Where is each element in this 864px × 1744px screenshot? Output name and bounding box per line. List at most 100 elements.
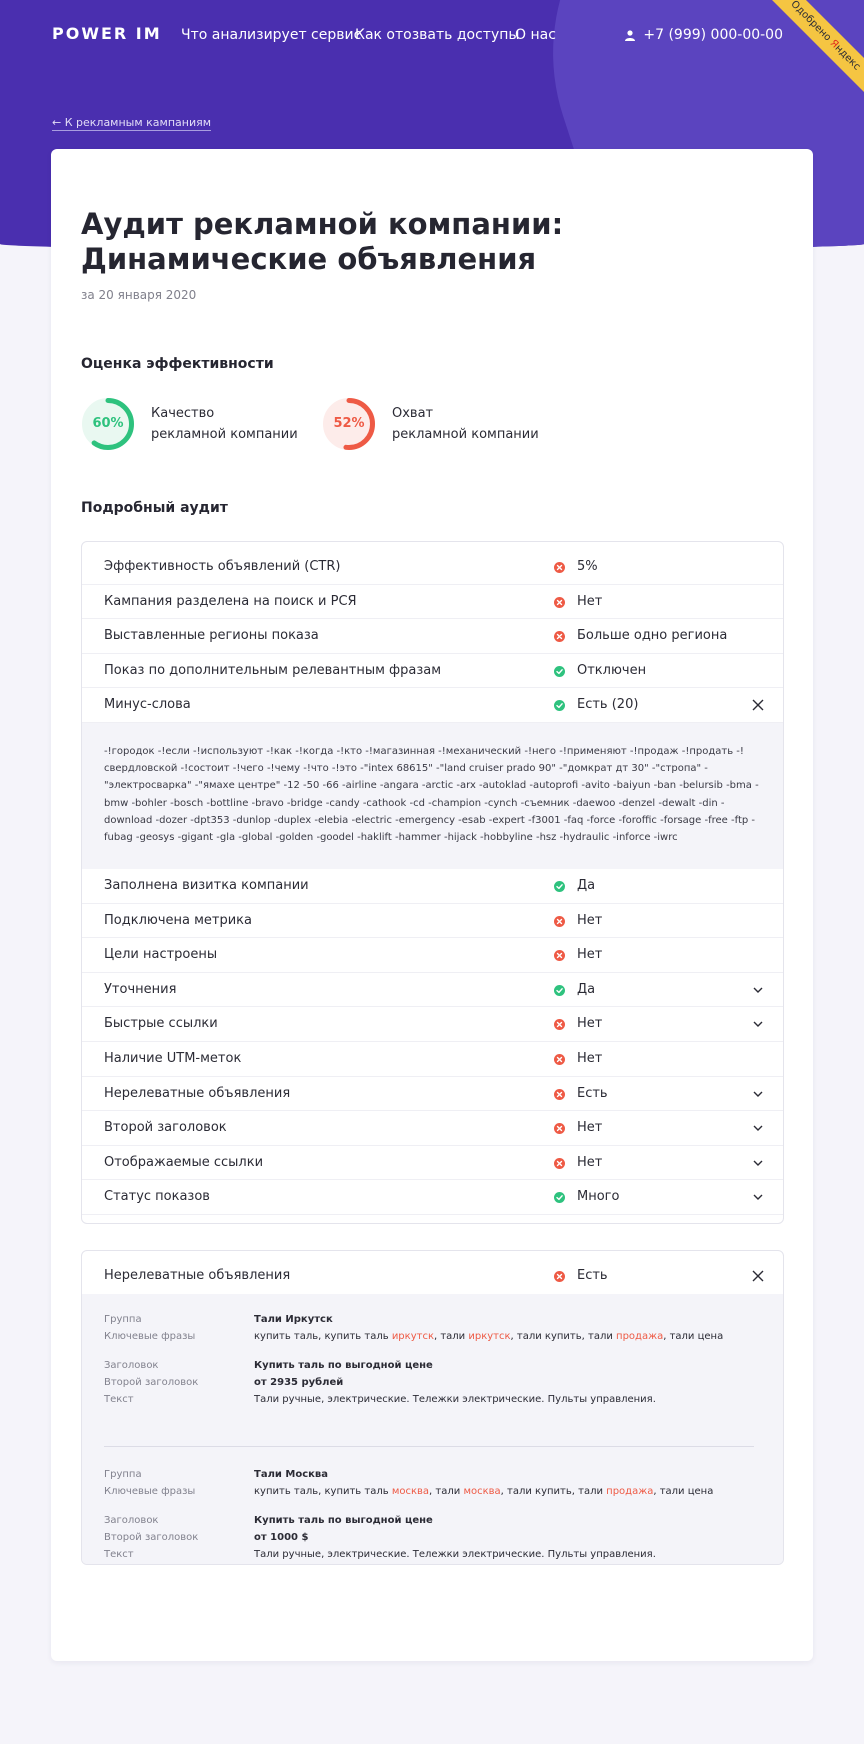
ad-label-headline2: Второй заголовок bbox=[104, 1376, 199, 1388]
score-value: 52% bbox=[333, 416, 365, 431]
nav-link-analysis[interactable]: Что анализирует сервис bbox=[181, 27, 361, 43]
row-name: Цели настроены bbox=[104, 947, 218, 963]
row-name: Нерелеватные объявления bbox=[104, 1268, 291, 1283]
close-icon[interactable] bbox=[752, 699, 764, 711]
ad-block: Группа Тали Москва Ключевые фразы купить та… bbox=[104, 1445, 754, 1562]
nav-link-about[interactable]: О нас bbox=[515, 27, 556, 43]
row-value: Нет bbox=[577, 947, 603, 963]
status-bad-icon bbox=[554, 1157, 565, 1169]
ad-headline2: от 2935 рублей bbox=[254, 1376, 344, 1388]
back-to-campaigns-link[interactable]: ← К рекламным кампаниям bbox=[52, 116, 212, 131]
row-value: Нет bbox=[577, 1050, 603, 1066]
row-name: Быстрые ссылки bbox=[104, 1016, 218, 1032]
score-label: Охват рекламной компании bbox=[392, 406, 539, 442]
audit-row[interactable]: Подключена метрика Нет bbox=[82, 904, 783, 939]
audit-row[interactable]: Показ по дополнительным релевантным фраз… bbox=[82, 654, 783, 689]
status-bad-icon bbox=[554, 562, 565, 573]
ad-text: Тали ручные, электрические. Тележки элек… bbox=[254, 1548, 656, 1560]
status-bad-icon bbox=[554, 1088, 565, 1100]
audit-row[interactable]: Цели настроены Нет bbox=[82, 938, 783, 973]
status-ok-icon bbox=[554, 1192, 565, 1204]
row-value: Есть bbox=[577, 1268, 608, 1283]
audit-table: Эффективность объявлений (CTR) 5% Кампания… bbox=[81, 541, 784, 1224]
score-ring: 60% bbox=[81, 397, 135, 451]
ad-label-keywords: Ключевые фразы bbox=[104, 1330, 196, 1342]
row-value: Нет bbox=[577, 593, 603, 609]
status-bad-icon bbox=[554, 1123, 565, 1135]
score-ring: 52% bbox=[322, 397, 376, 451]
score-value: 60% bbox=[92, 416, 124, 431]
audit-heading: Подробный аудит bbox=[81, 500, 228, 516]
audit-row[interactable]: Кампания разделена на поиск и РСЯ Нет bbox=[82, 585, 783, 620]
status-bad-icon bbox=[554, 1019, 565, 1031]
score-label: Качество рекламной компании bbox=[151, 406, 298, 442]
status-bad-icon bbox=[554, 631, 565, 643]
row-name: Заполнена визитка компании bbox=[104, 877, 309, 893]
audit-row[interactable]: Быстрые ссылки Нет bbox=[82, 1007, 783, 1042]
status-bad-icon bbox=[554, 596, 565, 608]
close-icon[interactable] bbox=[752, 1270, 764, 1282]
audit-row[interactable]: Выставленные регионы показа Больше одно р… bbox=[82, 619, 783, 654]
audit-row[interactable]: Второй заголовок Нет bbox=[82, 1111, 783, 1146]
audit-row[interactable]: Нерелеватные объявления Есть bbox=[82, 1259, 783, 1294]
status-ok-icon bbox=[554, 700, 565, 712]
ad-keywords: купить таль, купить таль москва, тали мо… bbox=[254, 1485, 714, 1497]
ad-keywords: купить таль, купить таль иркутск, тали и… bbox=[254, 1330, 724, 1342]
audit-row[interactable]: Заполнена визитка компании Да bbox=[82, 869, 783, 904]
ad-group: Тали Москва bbox=[254, 1468, 328, 1480]
ad-headline: Купить таль по выгодной цене bbox=[254, 1359, 433, 1371]
minus-words-panel: -!городок -!если -!используют -!как -!ко… bbox=[82, 722, 783, 869]
score-quality: 60% Качество рекламной компании bbox=[81, 397, 298, 451]
row-value: Есть (20) bbox=[577, 697, 639, 713]
chevron-down-icon[interactable] bbox=[752, 1122, 764, 1134]
ad-label-headline: Заголовок bbox=[104, 1514, 159, 1526]
ad-text: Тали ручные, электрические. Тележки элек… bbox=[254, 1393, 656, 1405]
chevron-down-icon[interactable] bbox=[752, 1191, 764, 1203]
status-ok-icon bbox=[554, 984, 565, 996]
row-value: Отключен bbox=[577, 662, 647, 678]
row-value: Много bbox=[577, 1189, 620, 1205]
ad-label-text: Текст bbox=[104, 1393, 134, 1405]
score-reach: 52% Охват рекламной компании bbox=[322, 397, 539, 451]
ad-label-keywords: Ключевые фразы bbox=[104, 1485, 196, 1497]
nav-link-revoke[interactable]: Как отозвать доступы bbox=[355, 27, 519, 43]
row-value: Нет bbox=[577, 912, 603, 928]
chevron-down-icon[interactable] bbox=[752, 1157, 764, 1169]
row-name: Второй заголовок bbox=[104, 1120, 227, 1136]
row-value: Больше одно региона bbox=[577, 628, 728, 644]
audit-row[interactable]: Отображаемые ссылки Нет bbox=[82, 1146, 783, 1181]
row-name: Эффективность объявлений (CTR) bbox=[104, 559, 341, 574]
status-bad-icon bbox=[554, 950, 565, 962]
logo[interactable]: POWER IM bbox=[52, 24, 162, 43]
row-name: Выставленные регионы показа bbox=[104, 628, 319, 644]
ads-list: Группа Тали Иркутск Ключевые фразы купить т… bbox=[82, 1293, 783, 1564]
row-name: Нерелеватные объявления bbox=[104, 1085, 291, 1101]
ad-group: Тали Иркутск bbox=[254, 1313, 333, 1325]
status-bad-icon bbox=[554, 1053, 565, 1065]
audit-date: за 20 января 2020 bbox=[81, 288, 197, 302]
audit-row[interactable]: Наличие UTM-меток Нет bbox=[82, 1042, 783, 1077]
ad-label-headline2: Второй заголовок bbox=[104, 1531, 199, 1543]
user-icon bbox=[625, 29, 636, 41]
top-nav: POWER IM Что анализирует сервис Как отоз… bbox=[0, 0, 864, 72]
audit-row[interactable]: Минус-слова Есть (20) bbox=[82, 688, 783, 723]
row-name: Подключена метрика bbox=[104, 912, 252, 928]
ad-label-group: Группа bbox=[104, 1468, 142, 1480]
audit-row[interactable]: Нерелеватные объявления Есть bbox=[82, 1077, 783, 1112]
ad-headline: Купить таль по выгодной цене bbox=[254, 1514, 433, 1526]
phone-link[interactable]: +7 (999) 000-00-00 bbox=[625, 27, 783, 43]
chevron-down-icon[interactable] bbox=[752, 984, 764, 996]
chevron-down-icon[interactable] bbox=[752, 1018, 764, 1030]
row-name: Уточнения bbox=[104, 981, 177, 997]
audit-row[interactable]: Эффективность объявлений (CTR) 5% bbox=[82, 550, 783, 585]
row-name: Показ по дополнительным релевантным фраз… bbox=[104, 662, 442, 678]
row-name: Кампания разделена на поиск и РСЯ bbox=[104, 593, 357, 609]
row-name: Минус-слова bbox=[104, 697, 191, 713]
chevron-down-icon[interactable] bbox=[752, 1088, 764, 1100]
audit-card: Аудит рекламной компании: Динамические о… bbox=[51, 149, 813, 1661]
efficiency-heading: Оценка эффективности bbox=[81, 356, 274, 372]
audit-row[interactable]: Уточнения Да bbox=[82, 973, 783, 1008]
row-value: Нет bbox=[577, 1016, 603, 1032]
row-value: Нет bbox=[577, 1120, 603, 1136]
audit-row[interactable]: Статус показов Много bbox=[82, 1180, 783, 1215]
